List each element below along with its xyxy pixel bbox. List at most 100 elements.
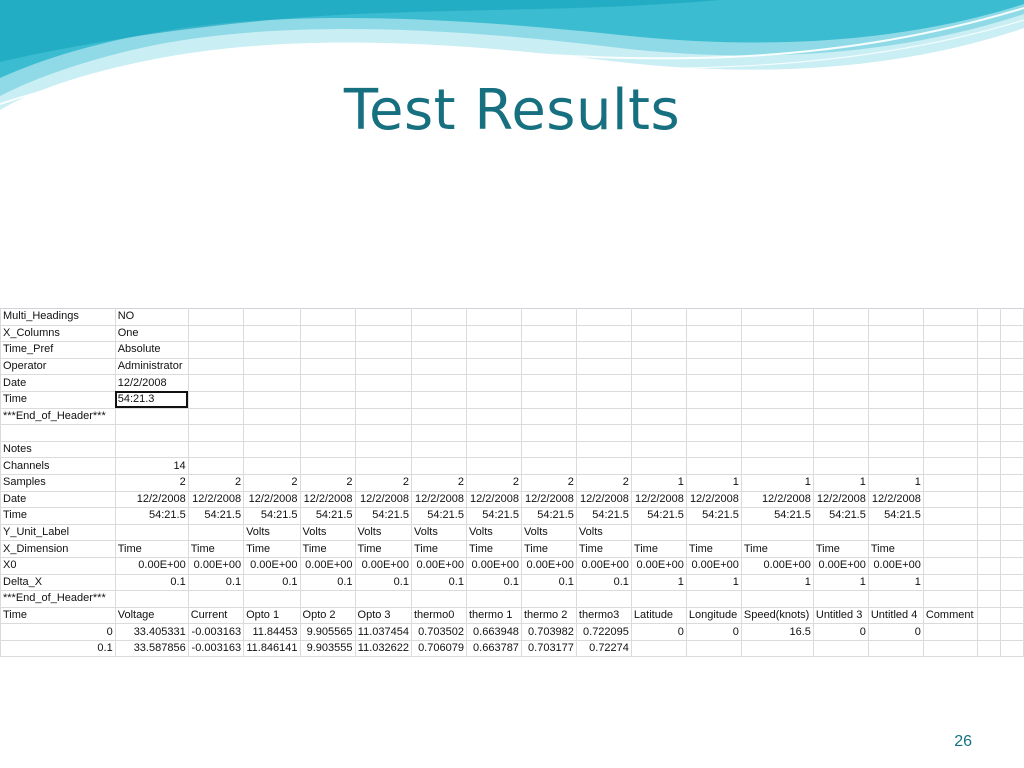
- spreadsheet-cell[interactable]: Time: [410, 540, 467, 558]
- spreadsheet-cell[interactable]: [867, 523, 924, 542]
- spreadsheet-cell[interactable]: 12/2/2008: [685, 490, 742, 509]
- spreadsheet-cell[interactable]: 54:21.5: [410, 507, 467, 525]
- spreadsheet-cell[interactable]: [977, 308, 1001, 326]
- spreadsheet-cell[interactable]: [465, 457, 522, 475]
- spreadsheet-cell[interactable]: 12/2/2008: [114, 374, 189, 392]
- spreadsheet-cell[interactable]: [575, 407, 632, 426]
- spreadsheet-cell[interactable]: [977, 490, 1001, 509]
- spreadsheet-cell[interactable]: NO: [114, 308, 189, 326]
- spreadsheet-cell[interactable]: [187, 341, 245, 359]
- spreadsheet-cell[interactable]: [520, 357, 577, 376]
- spreadsheet-cell[interactable]: Volts: [243, 523, 301, 542]
- spreadsheet-cell[interactable]: [465, 590, 522, 608]
- spreadsheet-cell[interactable]: Date: [0, 374, 116, 392]
- spreadsheet-cell[interactable]: 54:21.5: [465, 507, 522, 525]
- spreadsheet-cell[interactable]: [354, 424, 412, 442]
- spreadsheet-cell[interactable]: 0.00E+00: [630, 556, 687, 575]
- spreadsheet-cell[interactable]: [999, 341, 1024, 359]
- spreadsheet-cell[interactable]: 2: [410, 473, 467, 492]
- spreadsheet-cell[interactable]: [685, 523, 742, 542]
- spreadsheet-cell[interactable]: [520, 390, 577, 409]
- spreadsheet-cell[interactable]: Time: [867, 540, 924, 558]
- spreadsheet-cell[interactable]: X_Dimension: [0, 540, 116, 558]
- spreadsheet-cell[interactable]: 33.587856: [114, 639, 189, 658]
- spreadsheet-cell[interactable]: Absolute: [114, 341, 189, 359]
- spreadsheet-cell[interactable]: [977, 407, 1001, 426]
- spreadsheet-cell[interactable]: ***End_of_Header***: [0, 407, 116, 426]
- spreadsheet-cell[interactable]: [114, 523, 189, 542]
- spreadsheet-cell[interactable]: 2: [575, 473, 632, 492]
- spreadsheet-cell[interactable]: 0.1: [114, 573, 189, 592]
- spreadsheet-cell[interactable]: [410, 308, 467, 326]
- spreadsheet-cell[interactable]: [630, 308, 687, 326]
- spreadsheet-cell[interactable]: [685, 639, 742, 658]
- spreadsheet-cell[interactable]: [922, 507, 979, 525]
- spreadsheet-cell[interactable]: [243, 440, 301, 459]
- spreadsheet-cell[interactable]: [922, 324, 979, 343]
- spreadsheet-cell[interactable]: [187, 440, 245, 459]
- spreadsheet-cell[interactable]: 0.00E+00: [685, 556, 742, 575]
- spreadsheet-cell[interactable]: 2: [187, 473, 245, 492]
- spreadsheet-cell[interactable]: [187, 407, 245, 426]
- spreadsheet-cell[interactable]: 54:21.5: [740, 507, 814, 525]
- spreadsheet-cell[interactable]: [410, 590, 467, 608]
- spreadsheet-cell[interactable]: [243, 324, 301, 343]
- spreadsheet-cell[interactable]: [243, 424, 301, 442]
- spreadsheet-cell[interactable]: [740, 308, 814, 326]
- spreadsheet-cell[interactable]: thermo3: [575, 606, 632, 625]
- spreadsheet-cell[interactable]: [867, 440, 924, 459]
- spreadsheet-cell[interactable]: [630, 341, 687, 359]
- spreadsheet-cell[interactable]: [354, 357, 412, 376]
- spreadsheet-cell[interactable]: [575, 457, 632, 475]
- spreadsheet-cell[interactable]: [520, 590, 577, 608]
- spreadsheet-cell[interactable]: [299, 424, 356, 442]
- spreadsheet-cell[interactable]: [867, 424, 924, 442]
- spreadsheet-cell[interactable]: [922, 573, 979, 592]
- spreadsheet-cell[interactable]: [812, 324, 869, 343]
- spreadsheet-cell[interactable]: Untitled 4: [867, 606, 924, 625]
- spreadsheet-cell[interactable]: [630, 440, 687, 459]
- spreadsheet-cell[interactable]: 9.903555: [299, 639, 356, 658]
- spreadsheet-cell[interactable]: 54:21.5: [630, 507, 687, 525]
- spreadsheet-cell[interactable]: [740, 440, 814, 459]
- spreadsheet-cell[interactable]: [575, 374, 632, 392]
- spreadsheet-cell[interactable]: [299, 590, 356, 608]
- spreadsheet-cell[interactable]: 0.703502: [410, 623, 467, 641]
- spreadsheet-cell[interactable]: Current: [187, 606, 245, 625]
- spreadsheet-cell[interactable]: 1: [685, 573, 742, 592]
- spreadsheet-cell[interactable]: 0.1: [299, 573, 356, 592]
- spreadsheet-cell[interactable]: [922, 540, 979, 558]
- spreadsheet-cell[interactable]: [243, 407, 301, 426]
- spreadsheet-cell[interactable]: [630, 639, 687, 658]
- spreadsheet-cell[interactable]: [867, 390, 924, 409]
- spreadsheet-cell[interactable]: [977, 374, 1001, 392]
- spreadsheet-cell[interactable]: 0.703177: [520, 639, 577, 658]
- spreadsheet-cell[interactable]: [685, 374, 742, 392]
- spreadsheet-cell[interactable]: Time: [354, 540, 412, 558]
- spreadsheet-cell[interactable]: [410, 324, 467, 343]
- spreadsheet-cell[interactable]: Time: [740, 540, 814, 558]
- spreadsheet-cell[interactable]: [740, 590, 814, 608]
- spreadsheet-cell[interactable]: Volts: [299, 523, 356, 542]
- spreadsheet-cell[interactable]: [410, 440, 467, 459]
- spreadsheet-cell[interactable]: 0.706079: [410, 639, 467, 658]
- spreadsheet-cell[interactable]: [812, 457, 869, 475]
- spreadsheet-cell[interactable]: [999, 424, 1024, 442]
- spreadsheet-cell[interactable]: [977, 473, 1001, 492]
- spreadsheet-cell[interactable]: [299, 440, 356, 459]
- spreadsheet-cell[interactable]: [575, 390, 632, 409]
- spreadsheet-cell[interactable]: [187, 457, 245, 475]
- spreadsheet-cell[interactable]: Opto 2: [299, 606, 356, 625]
- spreadsheet-cell[interactable]: [867, 639, 924, 658]
- spreadsheet-cell[interactable]: [999, 308, 1024, 326]
- spreadsheet-cell[interactable]: 0: [0, 623, 116, 641]
- spreadsheet-cell[interactable]: [977, 540, 1001, 558]
- spreadsheet-cell[interactable]: 0.00E+00: [812, 556, 869, 575]
- spreadsheet-cell[interactable]: Comment: [922, 606, 979, 625]
- spreadsheet-cell[interactable]: Time_Pref: [0, 341, 116, 359]
- spreadsheet-cell[interactable]: 12/2/2008: [410, 490, 467, 509]
- spreadsheet-cell[interactable]: 0: [685, 623, 742, 641]
- spreadsheet-cell[interactable]: [187, 324, 245, 343]
- spreadsheet-cell[interactable]: [999, 490, 1024, 509]
- spreadsheet-cell[interactable]: [520, 457, 577, 475]
